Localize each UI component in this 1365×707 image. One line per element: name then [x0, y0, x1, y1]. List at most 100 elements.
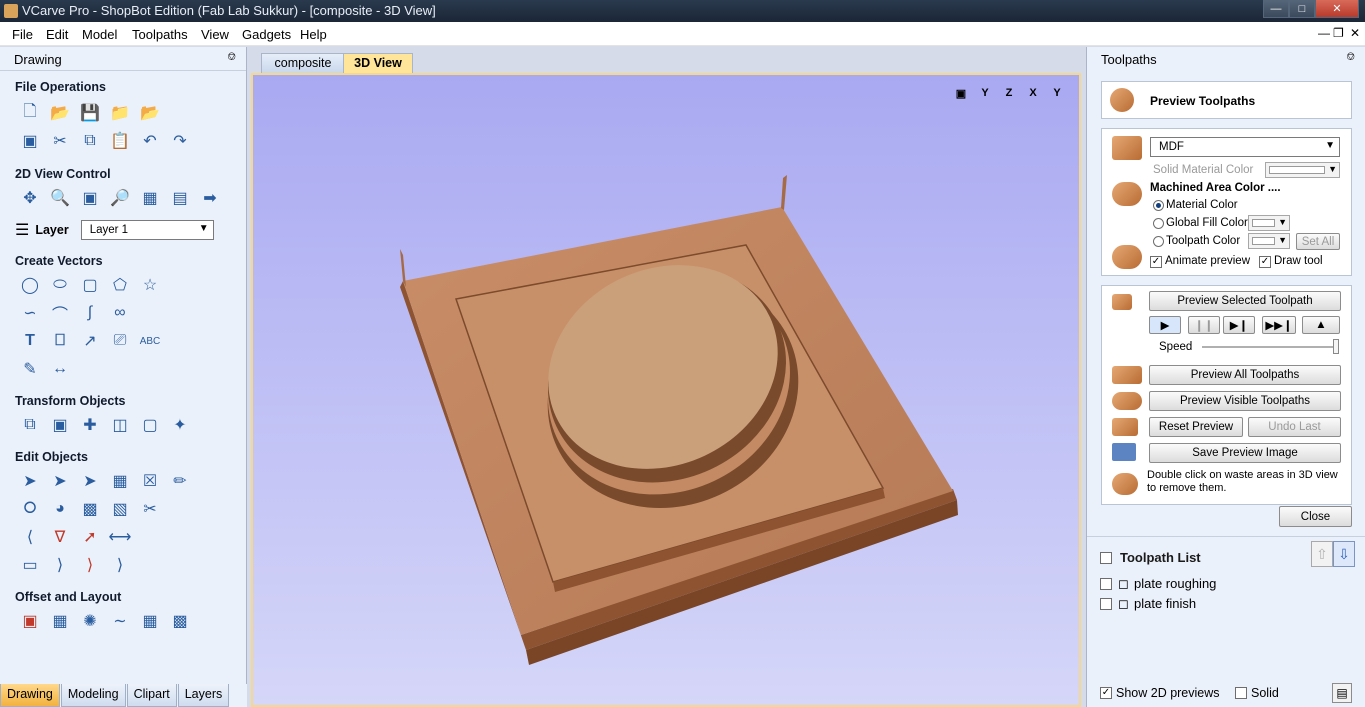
align-icon[interactable]: ✦ [165, 412, 195, 438]
speed-slider-track[interactable] [1202, 346, 1338, 348]
toolpath-item[interactable]: plate roughing [1134, 576, 1216, 591]
rectangle-icon[interactable]: ▢ [75, 272, 105, 298]
zoom-box-icon[interactable]: 🔎 [105, 185, 135, 211]
move-up-button[interactable]: ⇧ [1311, 541, 1333, 567]
move-down-button[interactable]: ⇩ [1333, 541, 1355, 567]
menu-gadgets[interactable]: Gadgets [242, 27, 291, 42]
show-2d-previews-checkbox[interactable]: ✓ [1100, 687, 1112, 699]
save-preview-image-button[interactable]: Save Preview Image [1149, 443, 1341, 463]
distort-icon[interactable]: ▢ [135, 412, 165, 438]
reset-preview-button[interactable]: Reset Preview [1149, 417, 1243, 437]
close-window-button[interactable]: ✕ [1315, 0, 1359, 18]
draw-tool-checkbox[interactable]: ✓ [1259, 256, 1271, 268]
dimension-icon[interactable]: ↔ [45, 356, 75, 382]
tab-modeling[interactable]: Modeling [60, 684, 126, 707]
arc-text-icon[interactable]: ABC [135, 328, 165, 354]
pin-icon[interactable]: ⎊ [227, 51, 236, 64]
tab-composite[interactable]: composite [261, 53, 345, 73]
nesting-icon[interactable]: ▩ [165, 608, 195, 634]
import-icon[interactable]: 📂 [135, 100, 165, 126]
move-icon[interactable]: ⧉ [15, 412, 45, 438]
tab-3d-view[interactable]: 3D View [343, 53, 413, 73]
weld-icon[interactable]: ⭘ [15, 496, 45, 522]
layer-select[interactable]: Layer 1 ▼ [80, 220, 214, 240]
undo-icon[interactable]: ↶ [135, 128, 165, 154]
zoom-icon[interactable]: 🔍 [45, 185, 75, 211]
global-fill-color-radio[interactable] [1153, 218, 1164, 229]
save-icon[interactable]: 💾 [75, 100, 105, 126]
pause-button[interactable]: ❙❙ [1188, 316, 1220, 334]
mirror-icon[interactable]: ◫ [105, 412, 135, 438]
ellipse-icon[interactable]: ⬭ [45, 272, 75, 298]
toolpath-item[interactable]: plate finish [1134, 596, 1196, 611]
step-button[interactable]: ▶❙ [1223, 316, 1255, 334]
speed-slider-handle[interactable] [1333, 339, 1339, 354]
offset-curve-icon[interactable]: ⟩ [75, 552, 105, 578]
toolpath-color-radio[interactable] [1153, 236, 1164, 247]
redo-icon[interactable]: ↷ [165, 128, 195, 154]
menu-edit[interactable]: Edit [46, 27, 68, 42]
preview-selected-toolpath-button[interactable]: Preview Selected Toolpath [1149, 291, 1341, 311]
skip-to-end-button[interactable]: ▶▶❙ [1262, 316, 1296, 334]
pin-icon[interactable]: ⎊ [1346, 51, 1355, 64]
new-file-icon[interactable]: 🗋 [15, 100, 45, 126]
view-switch-icon[interactable]: ➡ [195, 185, 225, 211]
node-edit-icon[interactable]: ➤ [45, 468, 75, 494]
star-icon[interactable]: ☆ [135, 272, 165, 298]
curve-fit-icon[interactable]: ⟩ [45, 552, 75, 578]
maximize-button[interactable]: □ [1289, 0, 1315, 18]
open-file-icon[interactable]: 📂 [45, 100, 75, 126]
block-copy-icon[interactable]: ▦ [135, 608, 165, 634]
polygon-icon[interactable]: ⬠ [105, 272, 135, 298]
polyline-icon[interactable]: ∽ [15, 300, 45, 326]
mdi-close-icon[interactable]: ✕ [1350, 26, 1360, 40]
material-select[interactable]: MDF ▼ [1150, 137, 1340, 157]
circle-icon[interactable]: ◯ [15, 272, 45, 298]
draw-tool-icon[interactable]: ✎ [15, 356, 45, 382]
circular-array-icon[interactable]: ✺ [75, 608, 105, 634]
menu-help[interactable]: Help [300, 27, 327, 42]
scale-icon[interactable]: ▣ [45, 412, 75, 438]
toolpath-list-checkbox[interactable] [1100, 552, 1112, 564]
lift-tool-button[interactable]: ▲ [1302, 316, 1340, 334]
undo-last-button[interactable]: Undo Last [1248, 417, 1341, 437]
solid-material-color-picker[interactable]: ▼ [1265, 162, 1340, 178]
toolpath-checkbox[interactable] [1100, 578, 1112, 590]
zoom-extents-icon[interactable]: ▣ [75, 185, 105, 211]
copy-icon[interactable]: ⧉ [75, 128, 105, 154]
open-folder-icon[interactable]: 📁 [105, 100, 135, 126]
toolpath-checkbox[interactable] [1100, 598, 1112, 610]
join-icon[interactable]: ⟷ [105, 524, 135, 550]
auto-layout-text-icon[interactable]: ⎚ [105, 328, 135, 354]
group-icon[interactable]: ▦ [105, 468, 135, 494]
array-icon[interactable]: ▦ [45, 608, 75, 634]
global-fill-color-picker[interactable]: ▼ [1248, 215, 1290, 231]
3d-view-canvas[interactable]: ▣ Y Z X Y [251, 73, 1081, 707]
tangent-icon[interactable]: ⟩ [105, 552, 135, 578]
play-button[interactable]: ▶ [1149, 316, 1181, 334]
measure-icon[interactable]: ✏ [165, 468, 195, 494]
menu-file[interactable]: File [12, 27, 33, 42]
close-button[interactable]: Close [1279, 506, 1352, 527]
toolpath-color-picker[interactable]: ▼ [1248, 233, 1290, 249]
menu-toolpaths[interactable]: Toolpaths [132, 27, 188, 42]
text-icon[interactable]: T [15, 328, 45, 354]
transform-edit-icon[interactable]: ➤ [75, 468, 105, 494]
rotate-icon[interactable]: ✚ [75, 412, 105, 438]
select-icon[interactable]: ➤ [15, 468, 45, 494]
material-color-radio[interactable] [1153, 200, 1164, 211]
scissors-icon[interactable]: ✂ [135, 496, 165, 522]
text-on-curve-icon[interactable]: ↗ [75, 328, 105, 354]
minimize-button[interactable]: — [1263, 0, 1289, 18]
preview-all-toolpaths-button[interactable]: Preview All Toolpaths [1149, 365, 1341, 385]
mdi-restore-icon[interactable]: ❐ [1333, 26, 1344, 40]
animate-preview-checkbox[interactable]: ✓ [1150, 256, 1162, 268]
mdi-minimize-icon[interactable]: — [1318, 26, 1330, 40]
select-all-icon[interactable]: ▣ [15, 128, 45, 154]
spiral-icon[interactable]: ∞ [105, 300, 135, 326]
solid-checkbox[interactable] [1235, 687, 1247, 699]
close-vector-icon[interactable]: ▭ [15, 552, 45, 578]
curve-icon[interactable]: ∫ [75, 300, 105, 326]
trim-icon[interactable]: ▧ [105, 496, 135, 522]
tab-clipart[interactable]: Clipart [126, 684, 177, 707]
